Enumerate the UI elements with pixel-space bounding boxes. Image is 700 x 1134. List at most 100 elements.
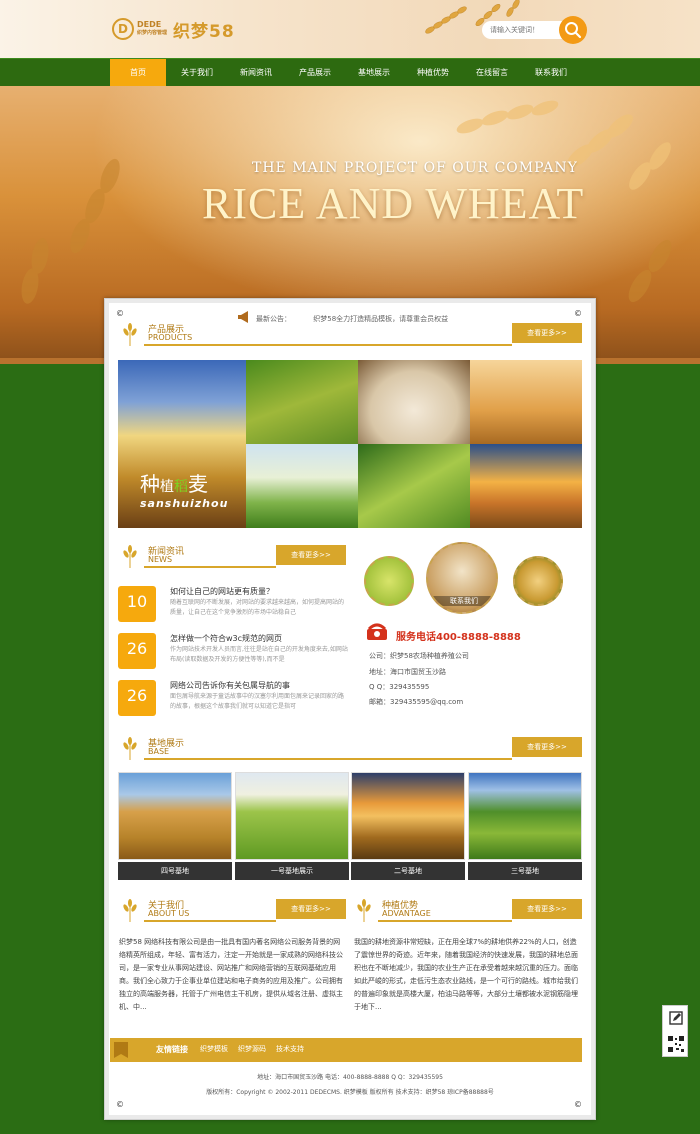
advantage-title-en: ADVANTAGE <box>382 909 431 918</box>
search-button[interactable] <box>559 16 587 44</box>
hotline-label: 服务电话 <box>396 632 436 643</box>
overlay-char: 种 <box>140 472 160 496</box>
base-image[interactable] <box>351 772 465 860</box>
advantage-more-button[interactable]: 查看更多>> <box>512 899 582 919</box>
wheat-icon <box>123 545 137 568</box>
nav-item-home[interactable]: 首页 <box>110 59 166 87</box>
contact-address: 地址：海口市国贸玉沙路 <box>369 668 446 676</box>
product-overlay-text: 种植稻麦 sanshuizhou <box>140 468 228 510</box>
news-title[interactable]: 如何让自己的网站更有质量？ <box>170 586 274 597</box>
contact-company: 公司：织梦58农场种植养殖公司 <box>369 652 469 660</box>
contact-email: 邮箱：329435595@qq.com <box>369 698 464 706</box>
product-image[interactable] <box>358 444 470 528</box>
search-icon <box>565 22 582 39</box>
nav-item-news[interactable]: 新闻资讯 <box>227 59 285 87</box>
megaphone-icon <box>238 311 248 323</box>
news-item[interactable]: 26 网络公司告诉你有关包属导航的事 面包屑导航来源于童话故事中的汉塞尔利用面包… <box>118 680 346 720</box>
overlay-english: sanshuizhou <box>140 497 229 510</box>
product-image[interactable] <box>246 360 358 444</box>
section-divider <box>144 566 276 568</box>
base-image[interactable] <box>235 772 349 860</box>
corner-ornament-icon: © <box>574 1100 582 1109</box>
wheat-icon <box>123 899 137 922</box>
product-image-main[interactable]: 种植稻麦 sanshuizhou <box>118 360 246 528</box>
news-title[interactable]: 网络公司告诉你有关包属导航的事 <box>170 680 290 691</box>
section-divider <box>144 758 512 760</box>
site-header: D DEDE 织梦内容管理 织梦58 <box>0 0 700 58</box>
base-caption[interactable]: 四号基地 <box>118 862 232 880</box>
nav-item-products[interactable]: 产品展示 <box>286 59 344 87</box>
corner-ornament-icon: © <box>116 1100 124 1109</box>
news-summary: 面包屑导航来源于童话故事中的汉塞尔利用面包屑来记录回家的路的故事，根据这个故事我… <box>170 693 345 710</box>
nav-item-contact[interactable]: 联系我们 <box>522 59 580 87</box>
news-date: 10 <box>118 586 156 622</box>
wheat-icon <box>357 899 371 922</box>
friend-link[interactable]: 织梦源码 <box>238 1044 266 1054</box>
news-title-en: NEWS <box>148 555 173 564</box>
product-image[interactable] <box>470 360 582 444</box>
hotline-number: 400-8888-8888 <box>436 632 521 643</box>
friend-link[interactable]: 技术支持 <box>276 1044 304 1054</box>
base-caption[interactable]: 三号基地 <box>468 862 582 880</box>
products-section-header: 产品展示 PRODUCTS 查看更多>> <box>118 322 582 346</box>
logo-text-top: DEDE <box>137 20 162 29</box>
news-title[interactable]: 怎样做一个符合w3c规范的网页 <box>170 633 282 644</box>
news-section-header: 新闻资讯 NEWS 查看更多>> <box>118 544 346 568</box>
base-caption[interactable]: 一号基地展示 <box>235 862 349 880</box>
overlay-char: 稻 <box>174 479 188 495</box>
base-image[interactable] <box>118 772 232 860</box>
edit-icon[interactable] <box>669 1011 683 1025</box>
site-logo[interactable]: D DEDE 织梦内容管理 织梦58 <box>112 14 242 44</box>
advantage-section-header: 种植优势 ADVANTAGE 查看更多>> <box>352 898 582 922</box>
friend-link[interactable]: 织梦模板 <box>200 1044 228 1054</box>
notice-bar: 最新公告： 织梦58全力打造精品模板，请尊重会员权益 <box>256 314 448 324</box>
qr-code-icon[interactable] <box>667 1035 685 1053</box>
search-input[interactable] <box>482 21 562 39</box>
logo-text: DEDE 织梦内容管理 <box>137 20 167 38</box>
base-image[interactable] <box>468 772 582 860</box>
news-item[interactable]: 10 如何让自己的网站更有质量？ 随着互联网的不断发展，对网站的要求越来越高，如… <box>118 586 346 626</box>
wheat-icon <box>123 737 137 760</box>
footer-copyright: 版权所有：Copyright © 2002-2011 DEDECMS. 织梦模板… <box>206 1089 494 1096</box>
phone-icon <box>367 623 387 640</box>
hotline: 服务电话400-8888-8888 <box>396 628 521 643</box>
product-image[interactable] <box>246 444 358 528</box>
friend-links-bar: 友情链接 织梦模板 织梦源码 技术支持 <box>110 1038 582 1062</box>
about-section-header: 关于我们 ABOUT US 查看更多>> <box>118 898 346 922</box>
about-title-en: ABOUT US <box>148 909 190 918</box>
advantage-text: 我国的耕地资源非常短缺，正在用全球7%的耕地供养22%的人口，创造了震惊世界的奇… <box>354 938 578 1011</box>
about-text: 织梦58 网络科技有限公司是由一批具有国内著名网络公司服务背景的网络精英所组成，… <box>119 938 343 1011</box>
notice-text[interactable]: 织梦58全力打造精品模板，请尊重会员权益 <box>313 315 448 323</box>
contact-qq: Q Q：329435595 <box>369 683 430 691</box>
nav-item-base[interactable]: 基地展示 <box>345 59 403 87</box>
logo-chinese-name: 织梦58 <box>173 21 235 42</box>
products-title-en: PRODUCTS <box>148 333 193 342</box>
product-image[interactable] <box>470 444 582 528</box>
ribbon-icon <box>114 1042 128 1058</box>
friend-links-title: 友情链接 <box>156 1045 188 1054</box>
base-more-button[interactable]: 查看更多>> <box>512 737 582 757</box>
news-summary: 随着互联网的不断发展，对网站的要求越来越高，如何提高网站的质量，让自己在这个竞争… <box>170 599 345 616</box>
corner-ornament-icon: © <box>116 309 124 318</box>
nav-item-about[interactable]: 关于我们 <box>168 59 226 87</box>
products-more-button[interactable]: 查看更多>> <box>512 323 582 343</box>
logo-mark: D <box>112 18 134 40</box>
nav-item-advantage[interactable]: 种植优势 <box>404 59 462 87</box>
section-divider <box>144 920 276 922</box>
footer-contact: 地址：海口市国贸玉沙路 电话：400-8888-8888 Q Q：3294355… <box>257 1074 443 1081</box>
side-toolbar <box>662 1005 688 1057</box>
about-more-button[interactable]: 查看更多>> <box>276 899 346 919</box>
news-summary: 作为网站技术开发人员而言,往往是站在自己的开发角度来去,如网站布局(读取数据及开… <box>170 646 348 663</box>
contact-circle-image <box>364 556 414 606</box>
product-image[interactable] <box>358 360 470 444</box>
contact-circle-label: 联系我们 <box>428 596 496 606</box>
hero-subtitle: THE MAIN PROJECT OF OUR COMPANY <box>252 160 578 176</box>
contact-circle-main[interactable]: 联系我们 <box>426 542 498 614</box>
news-more-button[interactable]: 查看更多>> <box>276 545 346 565</box>
news-date: 26 <box>118 633 156 669</box>
nav-item-message[interactable]: 在线留言 <box>463 59 521 87</box>
main-nav: 首页 关于我们 新闻资讯 产品展示 基地展示 种植优势 在线留言 联系我们 <box>0 58 700 87</box>
news-item[interactable]: 26 怎样做一个符合w3c规范的网页 作为网站技术开发人员而言,往往是站在自己的… <box>118 633 348 673</box>
overlay-char: 植 <box>160 479 174 495</box>
base-caption[interactable]: 二号基地 <box>351 862 465 880</box>
